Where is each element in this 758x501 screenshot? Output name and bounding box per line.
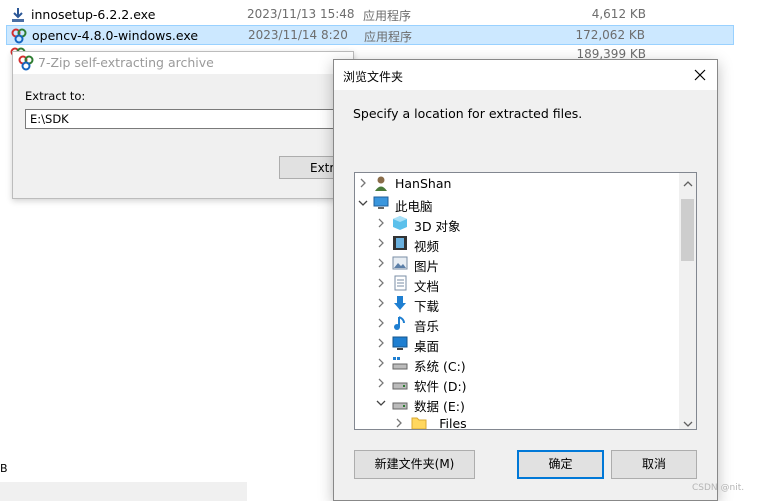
pictures-icon bbox=[392, 255, 408, 271]
documents-icon bbox=[392, 275, 408, 291]
installer-icon bbox=[10, 7, 26, 23]
browse-folder-dialog: 浏览文件夹 Specify a location for extracted f… bbox=[333, 59, 718, 501]
system-drive-icon bbox=[392, 355, 408, 371]
tree-item-drive-c[interactable]: 系统 (C:) bbox=[355, 353, 681, 374]
ok-button[interactable]: 确定 bbox=[517, 450, 604, 479]
scrollbar-thumb[interactable] bbox=[681, 199, 694, 261]
sfx-window: 7-Zip self-extracting archive Extract to… bbox=[12, 51, 359, 199]
dialog-prompt: Specify a location for extracted files. bbox=[353, 106, 583, 121]
chevron-down-icon[interactable] bbox=[357, 196, 369, 210]
tree-item-videos[interactable]: 视频 bbox=[355, 233, 681, 254]
download-icon bbox=[392, 295, 408, 311]
watermark: CSDN @nit. bbox=[692, 483, 745, 493]
chevron-right-icon[interactable] bbox=[375, 376, 387, 390]
tree-item-documents[interactable]: 文档 bbox=[355, 273, 681, 294]
chevron-right-icon[interactable] bbox=[375, 276, 387, 290]
tree-item-drive-e[interactable]: 数据 (E:) bbox=[355, 393, 681, 414]
dialog-titlebar[interactable]: 浏览文件夹 bbox=[334, 60, 717, 90]
tree-item-this-pc[interactable]: 此电脑 bbox=[355, 193, 681, 214]
user-icon bbox=[373, 175, 389, 191]
tree-item-label: _Files bbox=[433, 416, 467, 430]
tree-item-hanshan[interactable]: HanShan bbox=[355, 173, 681, 193]
close-icon[interactable] bbox=[683, 60, 717, 90]
scroll-down-icon[interactable] bbox=[683, 417, 693, 427]
drive-icon bbox=[392, 395, 408, 411]
tree-item-drive-d[interactable]: 软件 (D:) bbox=[355, 373, 681, 394]
chevron-right-icon[interactable] bbox=[375, 216, 387, 230]
chevron-right-icon[interactable] bbox=[375, 296, 387, 310]
tree-item-3d-objects[interactable]: 3D 对象 bbox=[355, 213, 681, 234]
7zip-sfx-icon bbox=[18, 55, 34, 74]
chevron-right-icon[interactable] bbox=[375, 316, 387, 330]
file-type: 应用程序 bbox=[363, 9, 412, 23]
folder-icon bbox=[411, 415, 427, 429]
status-fragment: B bbox=[0, 462, 8, 475]
file-name: innosetup-6.2.2.exe bbox=[31, 7, 156, 22]
drive-icon bbox=[392, 375, 408, 391]
file-size: 4,612 KB bbox=[591, 7, 646, 21]
tree-item-downloads[interactable]: 下载 bbox=[355, 293, 681, 314]
desktop-icon bbox=[392, 335, 408, 351]
chevron-right-icon[interactable] bbox=[375, 356, 387, 370]
file-type: 应用程序 bbox=[364, 30, 413, 44]
file-size: 172,062 KB bbox=[575, 28, 645, 42]
extract-to-label: Extract to: bbox=[25, 89, 86, 103]
sfx-titlebar[interactable]: 7-Zip self-extracting archive bbox=[13, 52, 353, 74]
3d-objects-icon bbox=[392, 215, 408, 231]
status-bar bbox=[0, 482, 247, 501]
chevron-down-icon[interactable] bbox=[375, 396, 387, 410]
file-row-opencv[interactable]: opencv-4.8.0-windows.exe 2023/11/14 8:20… bbox=[6, 25, 734, 45]
tree-item-files[interactable]: _Files bbox=[355, 413, 681, 430]
folder-tree[interactable]: HanShan 此电脑 3D 对象 视频 图片 文档 下载 音乐 桌面 系统 (… bbox=[354, 172, 697, 430]
tree-item-label: HanShan bbox=[395, 176, 452, 191]
cancel-button[interactable]: 取消 bbox=[611, 450, 697, 479]
file-name: opencv-4.8.0-windows.exe bbox=[32, 28, 199, 43]
computer-icon bbox=[373, 195, 389, 211]
extract-path-input[interactable]: E:\SDK bbox=[25, 109, 355, 129]
7zip-sfx-icon bbox=[11, 28, 27, 44]
sfx-title: 7-Zip self-extracting archive bbox=[38, 55, 214, 70]
file-date: 2023/11/13 15:48 bbox=[247, 7, 355, 21]
tree-item-desktop[interactable]: 桌面 bbox=[355, 333, 681, 354]
chevron-right-icon[interactable] bbox=[357, 176, 369, 190]
file-row-innosetup[interactable]: innosetup-6.2.2.exe 2023/11/13 15:48 应用程… bbox=[6, 5, 734, 25]
chevron-right-icon[interactable] bbox=[375, 236, 387, 250]
tree-scrollbar[interactable] bbox=[679, 173, 696, 429]
music-icon bbox=[392, 315, 408, 331]
file-date: 2023/11/14 8:20 bbox=[248, 28, 348, 42]
new-folder-button[interactable]: 新建文件夹(M) bbox=[354, 450, 475, 479]
tree-item-pictures[interactable]: 图片 bbox=[355, 253, 681, 274]
chevron-right-icon[interactable] bbox=[393, 416, 405, 429]
video-icon bbox=[392, 235, 408, 251]
scroll-up-icon[interactable] bbox=[683, 177, 693, 187]
chevron-right-icon[interactable] bbox=[375, 336, 387, 350]
dialog-title: 浏览文件夹 bbox=[343, 70, 404, 84]
chevron-right-icon[interactable] bbox=[375, 256, 387, 270]
tree-item-music[interactable]: 音乐 bbox=[355, 313, 681, 334]
